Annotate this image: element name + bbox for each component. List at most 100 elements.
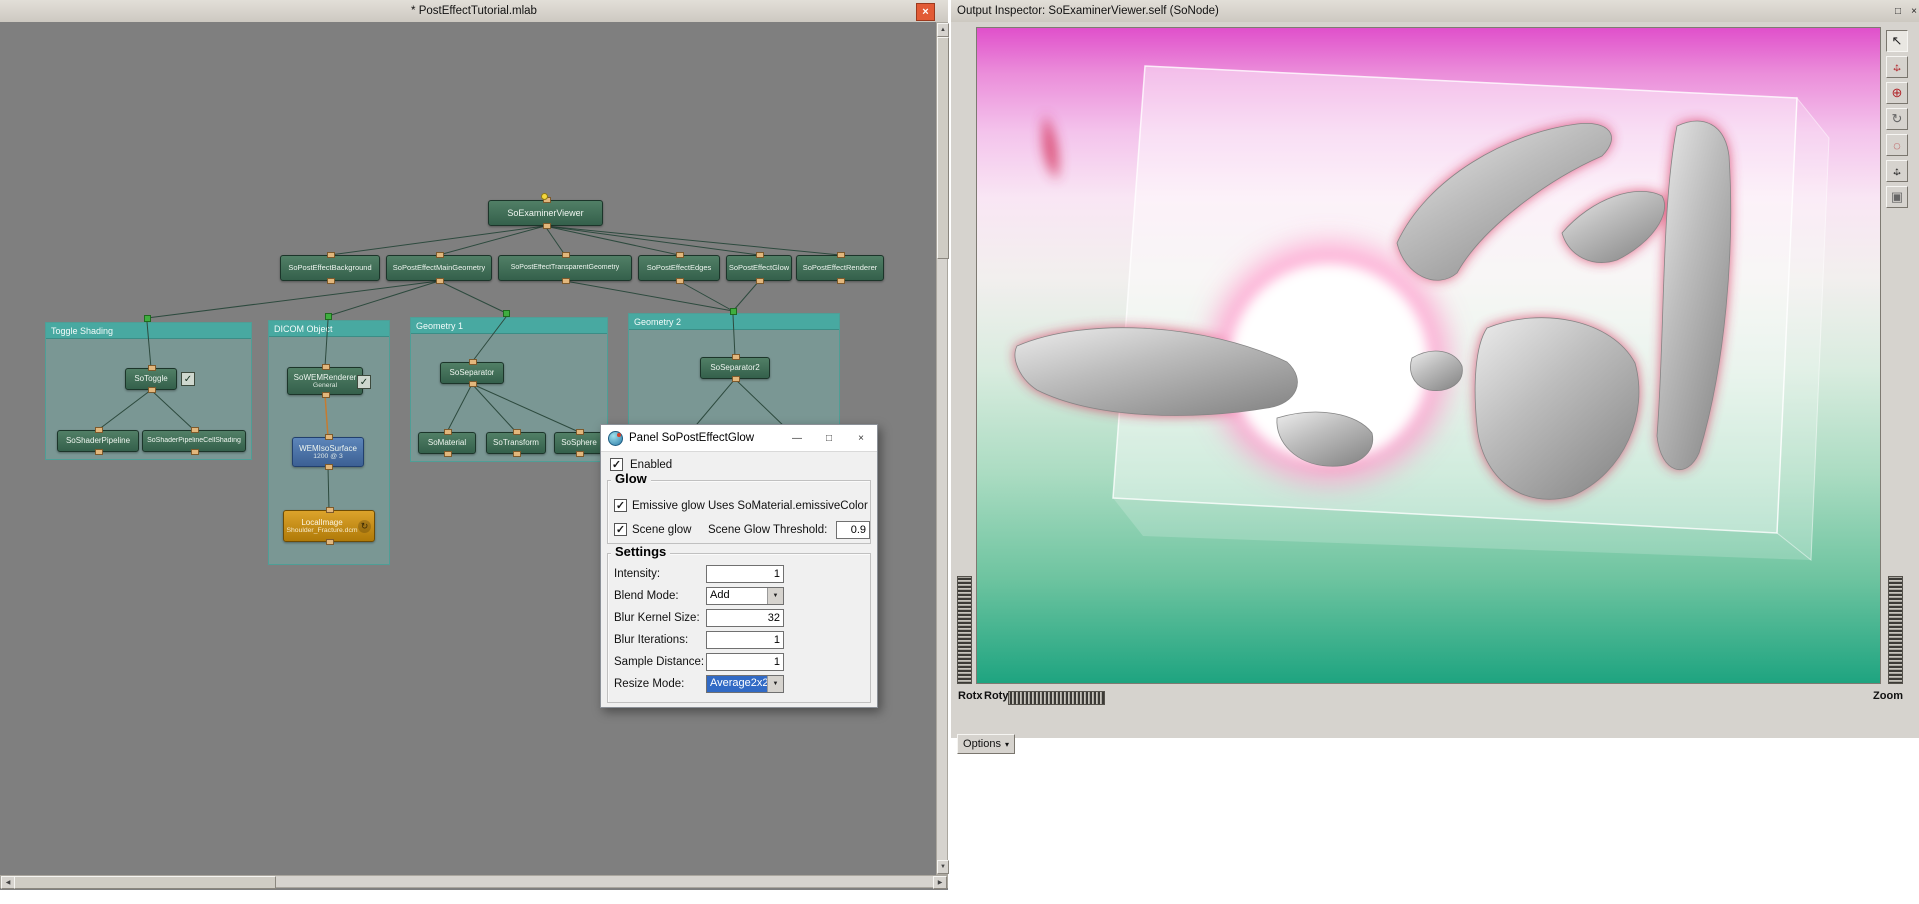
rotate-icon: ↻	[1892, 111, 1903, 127]
dialog-icon	[608, 431, 623, 446]
blur-iterations-input[interactable]	[706, 631, 784, 649]
screen: * PostEffectTutorial.mlab × Toggle Shadi…	[0, 0, 1919, 904]
cube-icon: ▣	[1891, 189, 1903, 205]
group-header-dicom-object[interactable]: DICOM Object	[269, 321, 389, 337]
node-sotransform[interactable]: SoTransform	[486, 432, 546, 454]
pick-mode-button[interactable]: ↖	[1886, 30, 1908, 52]
toggle-checkbox[interactable]: ✓	[181, 372, 195, 386]
perspective-mode-button[interactable]: ▣	[1886, 186, 1908, 208]
group-header-geometry-2[interactable]: Geometry 2	[629, 314, 839, 330]
pick-icon: ↖	[1892, 33, 1903, 49]
node-soposteffectedges[interactable]: SoPostEffectEdges	[638, 255, 720, 281]
group-input-connector[interactable]	[503, 310, 510, 317]
maximize-button[interactable]: □	[1890, 3, 1906, 19]
node-wemisosurface[interactable]: WEMIsoSurface 1200 @ 3	[292, 437, 364, 467]
horizontal-scroll-thumb[interactable]	[14, 876, 276, 889]
zoom-label: Zoom	[1869, 690, 1903, 702]
node-localimage[interactable]: LocalImage Shoulder_Fracture.dcm ↻	[283, 510, 375, 542]
rotx-thumbwheel[interactable]	[957, 576, 972, 684]
left-window-titlebar[interactable]: * PostEffectTutorial.mlab	[0, 0, 948, 23]
blur-kernel-size-label: Blur Kernel Size:	[614, 611, 700, 625]
scroll-up-icon[interactable]: ▲	[937, 23, 949, 37]
group-header-toggle-shading[interactable]: Toggle Shading	[46, 323, 251, 339]
close-button[interactable]: ×	[1906, 3, 1919, 19]
node-somaterial[interactable]: SoMaterial	[418, 432, 476, 454]
horizontal-scrollbar[interactable]: ◀ ▶	[0, 875, 948, 888]
node-soposteffectmaingeometry[interactable]: SoPostEffectMainGeometry	[386, 255, 492, 281]
translate-icon: ↔↕	[1887, 161, 1907, 181]
node-soposteffectglow[interactable]: SoPostEffectGlow	[726, 255, 792, 281]
resize-mode-select[interactable]: Average2x2 ▼	[706, 675, 784, 693]
settings-group-title: Settings	[611, 544, 670, 559]
reload-icon[interactable]: ↻	[358, 520, 371, 533]
intensity-input[interactable]	[706, 565, 784, 583]
enabled-label: Enabled	[630, 458, 672, 472]
node-soseparator[interactable]: SoSeparator	[440, 362, 504, 384]
left-window-title: * PostEffectTutorial.mlab	[411, 5, 537, 17]
vertical-scroll-thumb[interactable]	[937, 37, 949, 259]
scene-glow-threshold-input[interactable]	[836, 521, 870, 539]
node-sosphere[interactable]: SoSphere	[554, 432, 604, 454]
dialog-title: Panel SoPostEffectGlow	[629, 432, 781, 444]
translate-mode-button[interactable]: ↔↕	[1886, 160, 1908, 182]
3d-scene	[977, 28, 1880, 683]
pan-icon: ↔↕	[1887, 57, 1907, 77]
blend-mode-label: Blend Mode:	[614, 589, 679, 603]
3d-viewport[interactable]	[976, 27, 1881, 684]
output-inspector-window: Output Inspector: SoExaminerViewer.self …	[951, 0, 1919, 904]
maximize-button[interactable]: □	[813, 425, 845, 451]
emissive-glow-checkbox[interactable]: ✓	[614, 499, 627, 512]
dialog-titlebar[interactable]: Panel SoPostEffectGlow — □ ×	[601, 425, 877, 452]
node-sotoggle[interactable]: SoToggle	[125, 368, 177, 390]
blur-iterations-label: Blur Iterations:	[614, 633, 688, 647]
examiner-viewer: ↖ ↔↕ ⊕ ↻ ◌ ↔↕ ▣ Rotx Roty Zoom Options	[951, 22, 1919, 738]
scroll-right-icon[interactable]: ▶	[933, 876, 947, 889]
rotate-mode-button[interactable]: ↻	[1886, 108, 1908, 130]
blur-kernel-size-input[interactable]	[706, 609, 784, 627]
seek-mode-button[interactable]: ◌	[1886, 134, 1908, 156]
node-soshaderpipelinecellshading[interactable]: SoShaderPipelineCellShading	[142, 430, 246, 452]
group-input-connector[interactable]	[144, 315, 151, 322]
dropdown-arrow-icon[interactable]: ▼	[767, 588, 783, 604]
enabled-checkbox[interactable]: ✓	[610, 458, 623, 471]
roty-thumbwheel[interactable]	[1008, 691, 1105, 705]
check-icon: ✓	[616, 500, 625, 512]
zoom-mode-button[interactable]: ⊕	[1886, 82, 1908, 104]
scene-glow-label: Scene glow	[632, 523, 691, 537]
minimize-button[interactable]: —	[781, 425, 813, 451]
node-soshaderpipeline[interactable]: SoShaderPipeline	[57, 430, 139, 452]
dropdown-arrow-icon[interactable]: ▼	[767, 676, 783, 692]
check-icon: ✓	[184, 374, 192, 385]
scroll-down-icon[interactable]: ▼	[937, 860, 949, 874]
right-window-titlebar[interactable]: Output Inspector: SoExaminerViewer.self …	[951, 0, 1919, 23]
pan-mode-button[interactable]: ↔↕	[1886, 56, 1908, 78]
node-soseparator2[interactable]: SoSeparator2	[700, 357, 770, 379]
close-button[interactable]: ×	[916, 3, 935, 21]
group-header-geometry-1[interactable]: Geometry 1	[411, 318, 607, 334]
group-input-connector[interactable]	[325, 313, 332, 320]
wem-renderer-checkbox[interactable]: ✓	[357, 375, 371, 389]
close-icon: ×	[922, 6, 928, 18]
viewer-output-connector[interactable]	[541, 193, 548, 200]
options-dropdown-icon: ▾	[1005, 740, 1009, 749]
close-button[interactable]: ×	[845, 425, 877, 451]
node-sowemrenderer[interactable]: SoWEMRenderer General	[287, 367, 363, 395]
vertical-scrollbar[interactable]: ▲ ▼	[936, 22, 948, 875]
scene-glow-threshold-label: Scene Glow Threshold:	[708, 523, 827, 537]
blend-mode-select[interactable]: Add ▼	[706, 587, 784, 605]
group-input-connector[interactable]	[730, 308, 737, 315]
node-soposteffectbackground[interactable]: SoPostEffectBackground	[280, 255, 380, 281]
node-soexaminerviewer[interactable]: SoExaminerViewer	[488, 200, 603, 226]
sample-distance-input[interactable]	[706, 653, 784, 671]
panel-soposteffectglow-dialog[interactable]: Panel SoPostEffectGlow — □ × ✓ Enabled G…	[600, 424, 878, 708]
seek-icon: ◌	[1893, 138, 1901, 153]
node-soposteffecttransparentgeometry[interactable]: SoPostEffectTransparentGeometry	[498, 255, 632, 281]
emissive-glow-note: Uses SoMaterial.emissiveColor	[708, 499, 868, 513]
rotx-label: Rotx	[958, 690, 982, 702]
scroll-left-icon[interactable]: ◀	[1, 876, 15, 889]
resize-mode-label: Resize Mode:	[614, 677, 684, 691]
scene-glow-checkbox[interactable]: ✓	[614, 523, 627, 536]
node-soposteffectrenderer[interactable]: SoPostEffectRenderer	[796, 255, 884, 281]
zoom-thumbwheel[interactable]	[1888, 576, 1903, 684]
options-button[interactable]: Options ▾	[957, 734, 1015, 754]
